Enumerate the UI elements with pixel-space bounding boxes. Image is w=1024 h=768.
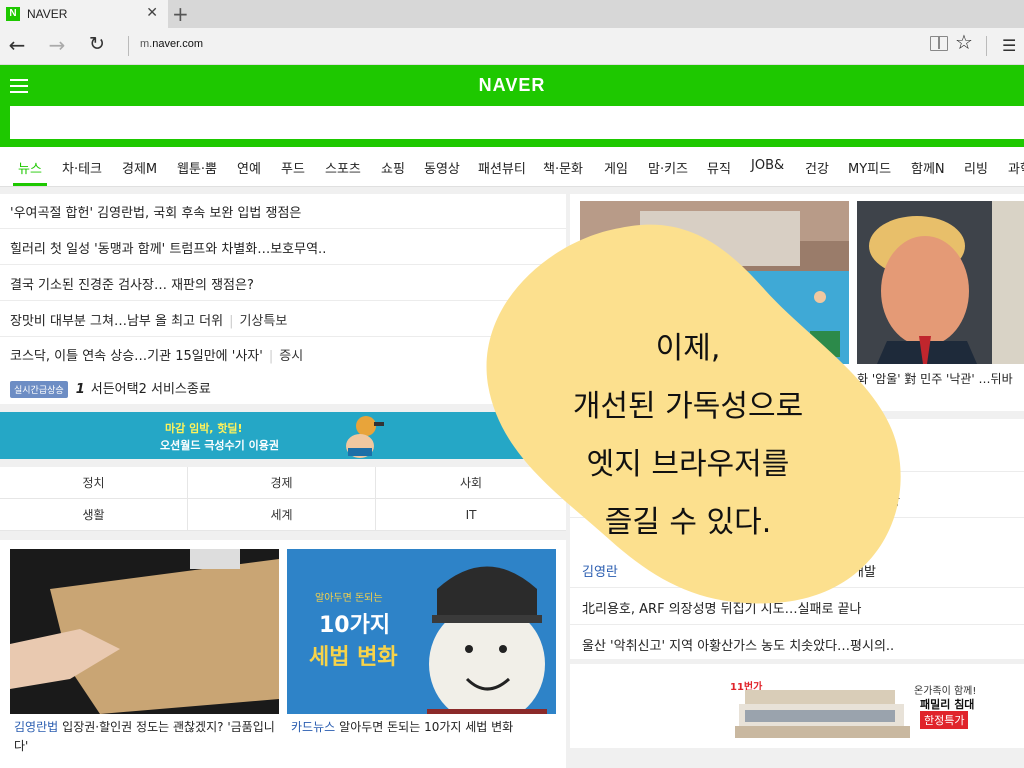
refresh-icon[interactable]: ↻ [84,33,110,55]
card-source: 카드뉴스 [291,720,336,734]
section-economy[interactable]: 경제 [188,467,376,499]
tab-economy[interactable]: 경제M [122,158,157,177]
url-prefix: m. [140,38,153,50]
section-life[interactable]: 생활 [0,499,188,531]
bed-ad-banner[interactable]: 11번가 온가족이 함께! 패밀리 침대 한정특가 [570,664,1024,748]
divider [128,36,129,56]
address-bar-row: ← → ↻ m.naver.com ☆ ☰ [0,28,1024,65]
promo-message: 이제, 개선된 가독성으로 엣지 브라우저를 즐길 수 있다. [518,320,858,552]
favorite-star-icon[interactable]: ☆ [955,30,973,54]
card-image-envelope[interactable] [10,549,279,714]
tab-title: NAVER [27,7,68,21]
headline-item[interactable]: 힐러리 첫 일성 '동맹과 함께' 트럼프와 차별화…보호무역.. [10,238,326,257]
naver-header: NAVER [0,65,1024,147]
banner-subline: 오션월드 극성수기 이용권 [160,439,279,452]
card-image-line2: 세법 변화 [309,645,398,670]
section-politics[interactable]: 정치 [0,467,188,499]
trend-keyword: 서든어택2 서비스종료 [90,382,211,397]
headline-topic-link[interactable]: 증시 [279,349,303,364]
tab-books[interactable]: 책·문화 [543,158,583,177]
realtime-trend-item[interactable]: 실시간급상승 1 서든어택2 서비스종료 [10,378,211,398]
tab-living[interactable]: 리빙 [964,158,988,177]
new-tab-plus-icon[interactable]: + [172,2,189,26]
headline-item[interactable]: '우여곡절 합헌' 김영란법, 국회 후속 보완 입법 쟁점은 [10,202,301,221]
promo-line-1: 이제, [655,331,721,366]
card-caption[interactable]: 카드뉴스 알아두면 돈되는 10가지 세법 변화 [291,718,556,737]
divider [570,624,1024,625]
tab-fashion[interactable]: 패션뷰티 [478,158,526,177]
divider [986,36,987,56]
card-caption[interactable]: 김영란법 입장권·할인권 정도는 괜찮겠지? '금품입니다' [14,718,279,756]
headline-item: 장맛비 대부분 그쳐…남부 올 최고 더위 | 기상특보 [10,314,288,329]
tab-shopping[interactable]: 쇼핑 [381,158,405,177]
trend-rank: 1 [75,382,85,397]
card-text: 알아두면 돈되는 10가지 세법 변화 [339,720,514,734]
back-arrow-icon[interactable]: ← [4,33,30,57]
reading-view-icon[interactable] [930,36,948,51]
tab-together[interactable]: 함께N [911,158,945,177]
tab-game[interactable]: 게임 [604,158,628,177]
tab-music[interactable]: 뮤직 [707,158,731,177]
headline-item[interactable]: 결국 기소된 진경준 검사장… 재판의 쟁점은? [10,274,254,293]
tab-car-tech[interactable]: 차·테크 [62,158,102,177]
news-item[interactable]: 울산 '악취신고' 지역 아황산가스 농도 치솟았다…평시의.. [582,635,894,654]
ad-special-badge: 한정특가 [920,711,969,729]
tab-kids[interactable]: 맘·키즈 [648,158,688,177]
search-input[interactable] [10,106,1024,139]
tab-news[interactable]: 뉴스 [18,158,42,177]
tab-food[interactable]: 푸드 [281,158,305,177]
close-tab-icon[interactable]: ✕ [146,5,158,21]
promo-line-2: 개선된 가독성으로 [572,389,804,424]
forward-arrow-icon[interactable]: → [44,33,70,57]
tab-webtoon[interactable]: 웹툰·뿜 [177,158,217,177]
tab-health[interactable]: 건강 [805,158,829,177]
banner-headline: 마감 임박, 핫딜! [165,422,243,435]
hub-menu-icon[interactable]: ☰ [1002,36,1016,55]
url-host: naver.com [152,38,203,50]
banner-model-image [346,416,384,458]
headline-item: 코스닥, 이틀 연속 상승…기관 15일만에 '사자' | 증시 [10,349,304,364]
tab-job[interactable]: JOB& [751,158,784,173]
tab-video[interactable]: 동영상 [424,158,460,177]
naver-logo[interactable]: NAVER [0,75,1024,96]
tab-myfeed[interactable]: MY피드 [848,158,891,177]
card-image-line1: 10가지 [319,613,391,638]
ad-line2: 패밀리 침대 [920,698,975,711]
headline-link[interactable]: 코스닥, 이틀 연속 상승…기관 15일만에 '사자' [10,349,263,364]
tab-sports[interactable]: 스포츠 [325,158,361,177]
active-tab-indicator [13,183,47,186]
promo-line-4: 즐길 수 있다. [604,505,772,540]
browser-tab-bar: N NAVER ✕ + [0,0,1024,28]
promo-line-3: 엣지 브라우저를 [586,447,790,482]
ad-line1: 온가족이 함께! [914,686,977,697]
category-nav: 뉴스 차·테크 경제M 웹툰·뿜 연예 푸드 스포츠 쇼핑 동영상 패션뷰티 책… [0,147,1024,187]
tab-science[interactable]: 과학 [1008,158,1024,177]
url-field[interactable]: m.naver.com [140,38,203,50]
realtime-badge: 실시간급상승 [10,381,68,398]
tab-entertainment[interactable]: 연예 [237,158,261,177]
naver-favicon-icon: N [6,7,20,21]
section-world[interactable]: 세계 [188,499,376,531]
headline-link[interactable]: 장맛비 대부분 그쳐…남부 올 최고 더위 [10,314,223,329]
card-source: 김영란법 [14,720,59,734]
bed-image [735,690,910,738]
browser-tab[interactable]: N NAVER ✕ [0,0,168,28]
card-image-small-text: 알아두면 돈되는 [315,593,383,604]
headline-topic-link[interactable]: 기상특보 [239,314,287,329]
